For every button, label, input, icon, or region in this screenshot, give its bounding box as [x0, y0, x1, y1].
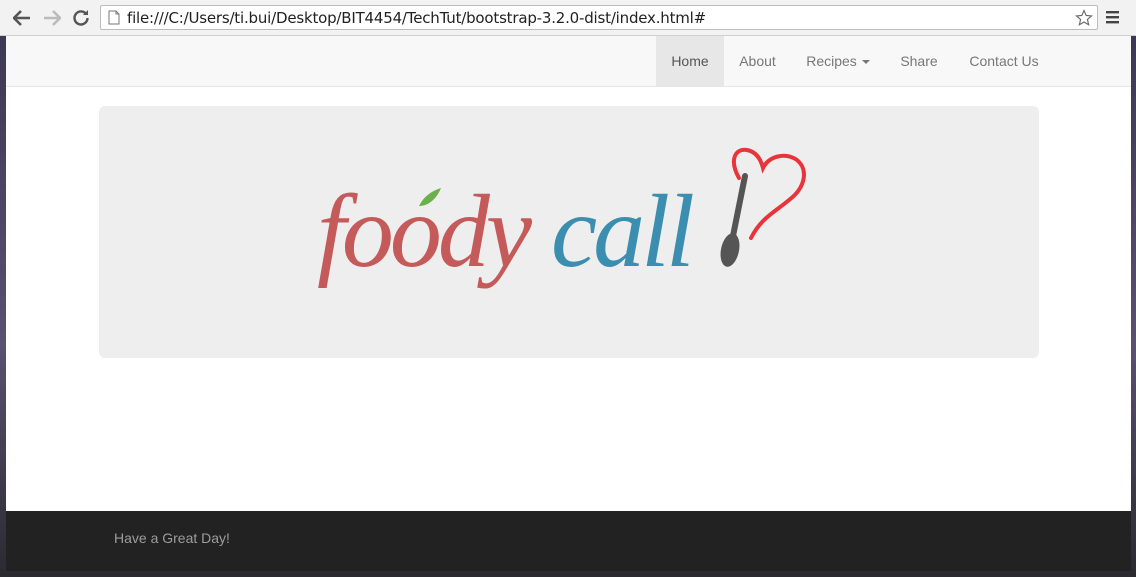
reload-icon: [73, 10, 89, 26]
page-viewport: Home About Recipes Share Contact Us food…: [6, 36, 1131, 571]
star-icon[interactable]: [1075, 9, 1093, 27]
logo-text-foody: foody: [317, 174, 533, 289]
back-button[interactable]: [10, 6, 34, 30]
nav-home[interactable]: Home: [656, 36, 724, 86]
nav-recipes-dropdown[interactable]: Recipes: [791, 36, 885, 86]
nav-share[interactable]: Share: [885, 36, 953, 86]
logo-text-call: call: [551, 174, 693, 289]
nav-about-label: About: [739, 53, 776, 69]
address-bar[interactable]: file:///C:/Users/ti.bui/Desktop/BIT4454/…: [100, 5, 1098, 30]
footer-text: Have a Great Day!: [114, 530, 230, 546]
reload-button[interactable]: [69, 6, 93, 30]
nav-contact-label: Contact Us: [969, 53, 1039, 69]
browser-menu-button[interactable]: [1105, 9, 1121, 27]
spoon-icon: [720, 173, 748, 267]
browser-toolbar: file:///C:/Users/ti.bui/Desktop/BIT4454/…: [0, 0, 1136, 36]
arrow-right-icon: [44, 10, 61, 26]
nav-share-label: Share: [900, 53, 938, 69]
jumbotron: foody call: [99, 106, 1039, 358]
url-text: file:///C:/Users/ti.bui/Desktop/BIT4454/…: [127, 9, 707, 27]
nav-contact[interactable]: Contact Us: [953, 36, 1055, 86]
arrow-left-icon: [13, 10, 30, 26]
forward-button[interactable]: [40, 6, 64, 30]
foodycall-logo: foody call: [317, 147, 806, 289]
caret-down-icon: [861, 60, 870, 65]
nav-about[interactable]: About: [724, 36, 791, 86]
nav-home-label: Home: [671, 53, 709, 69]
page-icon: [108, 10, 120, 25]
hamburger-icon: [1106, 11, 1119, 24]
site-navbar: Home About Recipes Share Contact Us: [6, 36, 1131, 87]
site-footer: Have a Great Day!: [6, 511, 1131, 571]
nav-recipes-label: Recipes: [806, 53, 857, 69]
